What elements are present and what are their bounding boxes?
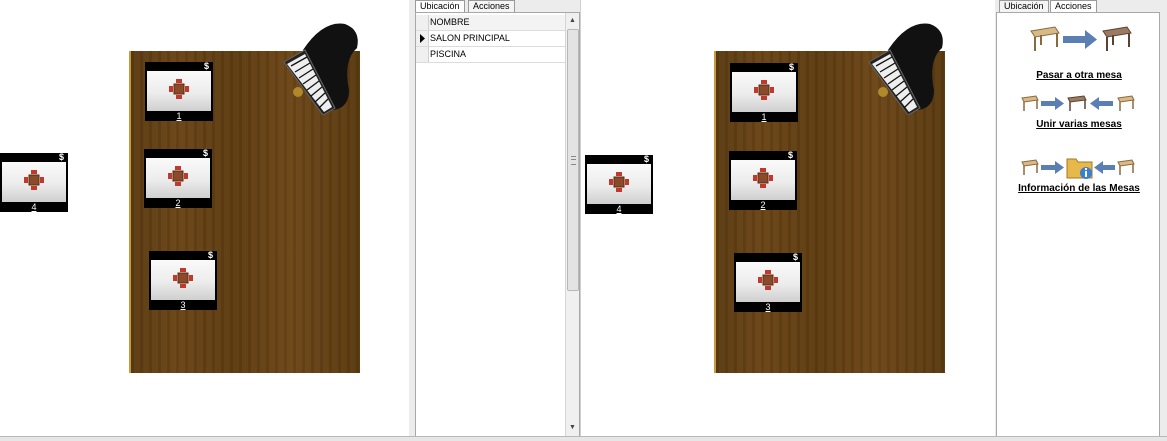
table-seats-icon	[168, 166, 188, 186]
move-table-action[interactable]: Pasar a otra mesa	[997, 23, 1161, 85]
table-seats-icon	[24, 170, 44, 190]
table-4[interactable]: $ 4	[0, 153, 68, 212]
price-badge: $	[788, 62, 794, 72]
price-badge: $	[792, 252, 798, 262]
grid-cell: PISCINA	[430, 49, 467, 59]
join-tables-label: Unir varias mesas	[1036, 119, 1122, 130]
table-seats-icon	[169, 79, 189, 99]
floor-plan-right: $ 1 $ 2 $ 3 $ 4	[580, 0, 996, 436]
location-panel: Ubicación Acciones NOMBRE SALON PRINCIPA…	[409, 0, 580, 440]
grid-cell: SALON PRINCIPAL	[430, 33, 510, 43]
piano-icon	[868, 23, 943, 115]
column-header-nombre: NOMBRE	[430, 17, 470, 27]
actions-panel: Ubicación Acciones Pasar a otra mesa Uni…	[995, 0, 1167, 440]
row-pointer-icon	[420, 34, 425, 43]
table-number: 4	[616, 204, 622, 214]
table-number: 2	[175, 198, 181, 208]
move-table-icon	[1030, 26, 1132, 51]
table-3[interactable]: $ 3	[734, 253, 802, 312]
grid-row[interactable]: PISCINA	[416, 47, 566, 63]
move-table-label: Pasar a otra mesa	[1036, 70, 1122, 81]
table-2[interactable]: $ 2	[144, 149, 212, 208]
table-seats-icon	[758, 270, 778, 290]
price-badge: $	[203, 61, 209, 71]
table-number: 4	[31, 202, 37, 212]
table-4[interactable]: $ 4	[585, 155, 653, 214]
scroll-down-icon[interactable]: ▼	[566, 421, 579, 434]
tables-info-label: Información de las Mesas	[1018, 183, 1140, 194]
piano-icon	[283, 23, 358, 115]
table-seats-icon	[173, 268, 193, 288]
tables-info-action[interactable]: Información de las Mesas	[997, 155, 1161, 197]
scroll-thumb[interactable]	[567, 29, 579, 291]
table-number: 1	[761, 112, 767, 122]
table-1[interactable]: $ 1	[730, 63, 798, 122]
table-seats-icon	[754, 80, 774, 100]
table-seats-icon	[753, 168, 773, 188]
floor-plan-left: $ 1 $ 2 $ 3 $ 4	[0, 0, 410, 436]
table-number: 2	[760, 200, 766, 210]
table-number: 3	[180, 300, 186, 310]
location-grid: NOMBRE SALON PRINCIPAL PISCINA ▲ ▼	[415, 12, 580, 437]
price-badge: $	[787, 150, 793, 160]
join-tables-action[interactable]: Unir varias mesas	[997, 93, 1161, 133]
grid-header[interactable]: NOMBRE	[416, 15, 566, 31]
tab-ubicacion[interactable]: Ubicación	[999, 0, 1049, 12]
price-badge: $	[643, 154, 649, 164]
table-3[interactable]: $ 3	[149, 251, 217, 310]
table-seats-icon	[609, 172, 629, 192]
grid-row[interactable]: SALON PRINCIPAL	[416, 31, 566, 47]
join-tables-icon	[1021, 95, 1135, 111]
status-strip	[0, 436, 1167, 441]
table-number: 3	[765, 302, 771, 312]
table-1[interactable]: $ 1	[145, 62, 213, 121]
tab-acciones[interactable]: Acciones	[468, 0, 515, 12]
table-2[interactable]: $ 2	[729, 151, 797, 210]
scroll-up-icon[interactable]: ▲	[566, 14, 579, 27]
price-badge: $	[58, 152, 64, 162]
table-number: 1	[176, 111, 182, 121]
vertical-scrollbar[interactable]: ▲ ▼	[565, 13, 579, 436]
grip-icon	[571, 156, 576, 165]
price-badge: $	[207, 250, 213, 260]
tables-info-icon	[1021, 158, 1135, 179]
price-badge: $	[202, 148, 208, 158]
actions-list: Pasar a otra mesa Unir varias mesas Info…	[996, 12, 1160, 437]
